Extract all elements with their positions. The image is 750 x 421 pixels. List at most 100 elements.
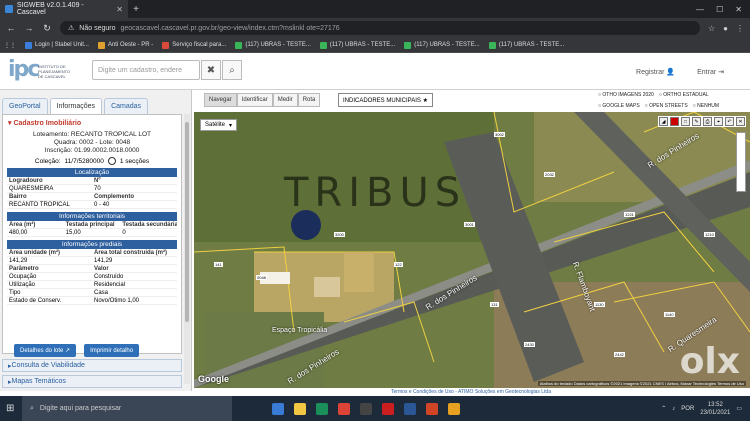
profile-icon[interactable]: ● bbox=[723, 24, 728, 33]
lot-label: 0048 bbox=[256, 275, 267, 280]
reload-icon[interactable]: ↻ bbox=[42, 23, 52, 34]
bookmark-icon bbox=[235, 41, 243, 49]
search-input[interactable]: Digite um cadastro, endere bbox=[92, 60, 200, 80]
lot-label: 141 bbox=[214, 262, 223, 267]
word-icon[interactable] bbox=[404, 402, 416, 415]
url-field[interactable]: ⚠ Não seguro geocascavel.cascavel.pr.gov… bbox=[60, 21, 700, 35]
indicators-button[interactable]: INDICADORES MUNICIPAIS ★ bbox=[338, 93, 433, 107]
layer-select[interactable]: Satélite ▾ bbox=[200, 119, 238, 131]
tab-medir[interactable]: Medir bbox=[272, 93, 298, 107]
basemap-radios: OTHO IMAGENS 2020 ORTHO ESTADUAL GOOGLE … bbox=[598, 92, 744, 109]
network-icon[interactable]: ⌃ bbox=[661, 405, 666, 412]
viability-accordion[interactable]: ▸ Consulta de Viabilidade bbox=[2, 359, 182, 372]
security-label: Não seguro bbox=[79, 24, 116, 32]
radio-nenhum[interactable]: NENHUM bbox=[693, 103, 719, 109]
close-window-icon[interactable]: ✕ bbox=[735, 5, 742, 14]
maximize-icon[interactable]: ☐ bbox=[716, 5, 723, 14]
tab-identificar[interactable]: Identificar bbox=[236, 93, 273, 107]
taskbar-search[interactable]: ⌕ Digite aqui para pesquisar bbox=[22, 396, 232, 421]
lot-label: 2032 bbox=[544, 172, 555, 177]
apps-icon[interactable]: ⋮⋮ bbox=[4, 42, 16, 49]
footer[interactable]: Termos e Condições de Uso - ATIMO Soluçõ… bbox=[192, 388, 750, 396]
search-button[interactable]: ⌕ bbox=[222, 60, 242, 80]
bookmark-item[interactable]: (117) UBRAS - TESTE... bbox=[319, 41, 395, 49]
browser-titlebar: SIGWEB v2.0.1.409 - Cascavel ✕ + — ☐ ✕ bbox=[0, 0, 750, 18]
edge-icon[interactable] bbox=[316, 402, 328, 415]
back-icon[interactable]: ← bbox=[6, 23, 16, 33]
task-view-icon[interactable] bbox=[272, 402, 284, 415]
prediais-block: Informações prediais Área unidade (m²) Ár… bbox=[7, 240, 177, 305]
bookmark-item[interactable]: (117) UBRAS - TESTE... bbox=[404, 41, 480, 49]
explorer-icon[interactable] bbox=[294, 402, 306, 415]
opera-icon[interactable] bbox=[382, 402, 394, 415]
bookmark-item[interactable]: Serviço fiscal para... bbox=[162, 41, 226, 49]
locate-icon[interactable] bbox=[107, 157, 116, 165]
map-toolbar: Navegar Identificar Medir Rota INDICADOR… bbox=[192, 90, 750, 112]
warning-icon: ⚠ bbox=[68, 25, 75, 32]
bookmarks-bar: ⋮⋮ Login | Stabel Unit... Anti Oeste - P… bbox=[0, 38, 750, 53]
section-title[interactable]: ▾ Cadastro Imobiliário bbox=[3, 115, 181, 131]
tab-title: SIGWEB v2.0.1.409 - Cascavel bbox=[16, 2, 84, 16]
print-details-button[interactable]: Imprimir detalho bbox=[84, 344, 140, 357]
volume-icon[interactable]: ♪ bbox=[672, 406, 675, 412]
lot-label: 131 bbox=[490, 302, 499, 307]
bookmark-icon bbox=[97, 41, 105, 49]
system-tray: ⌃ ♪ POR 13:52 23/01/2021 ▭ bbox=[661, 401, 750, 417]
notification-icon[interactable]: ▭ bbox=[736, 405, 742, 412]
map-canvas[interactable]: TRIBUS Satélite ▾ ◢ □ ✎ ⎙ ⌖ ↶ ✕ R. dos P… bbox=[194, 112, 750, 388]
powerpoint-icon[interactable] bbox=[426, 402, 438, 415]
print-icon[interactable]: ⎙ bbox=[703, 117, 712, 126]
chrome-icon[interactable] bbox=[338, 402, 350, 415]
clear-icon[interactable]: ✕ bbox=[736, 117, 745, 126]
app-icon[interactable] bbox=[360, 402, 372, 415]
tab-informacoes[interactable]: Informações bbox=[49, 98, 103, 114]
bookmark-item[interactable]: Login | Stabel Unit... bbox=[25, 41, 89, 49]
user-icon: 👤 bbox=[666, 69, 676, 76]
radio-open-streets[interactable]: OPEN STREETS bbox=[645, 103, 688, 109]
url-text: geocascavel.cascavel.pr.gov.br/geo-view/… bbox=[120, 24, 340, 32]
tab-rota[interactable]: Rota bbox=[297, 93, 321, 107]
star-icon[interactable]: ☆ bbox=[708, 24, 715, 33]
tab-camadas[interactable]: Camadas bbox=[104, 98, 149, 114]
language-indicator[interactable]: POR bbox=[681, 406, 694, 412]
thematic-maps-accordion[interactable]: ▸ Mapas Temáticos bbox=[2, 375, 182, 388]
pin-icon[interactable]: ⌖ bbox=[714, 117, 723, 126]
bookmark-item[interactable]: Anti Oeste - PR - bbox=[97, 41, 153, 49]
new-tab-button[interactable]: + bbox=[128, 4, 144, 15]
bookmark-item[interactable]: (117) UBRAS - TESTE... bbox=[488, 41, 564, 49]
pencil-icon[interactable]: ✎ bbox=[692, 117, 701, 126]
sidebar-scrollbar[interactable] bbox=[184, 114, 190, 384]
lot-details-button[interactable]: Detalhes do lote ↗ bbox=[14, 344, 77, 357]
bookmark-icon bbox=[488, 41, 496, 49]
undo-icon[interactable]: ↶ bbox=[725, 117, 734, 126]
inscricao: Inscrição: 01.99.0002.0018.0000 bbox=[44, 147, 140, 154]
browser-tab[interactable]: SIGWEB v2.0.1.409 - Cascavel ✕ bbox=[0, 0, 128, 18]
tab-geoportal[interactable]: GeoPortal bbox=[2, 98, 48, 114]
google-logo: Google bbox=[198, 374, 229, 384]
radio-ortho-estadual[interactable]: ORTHO ESTADUAL bbox=[659, 92, 708, 98]
windows-start-icon[interactable]: ⊞ bbox=[6, 403, 14, 414]
clock[interactable]: 13:52 23/01/2021 bbox=[700, 401, 730, 417]
quadra-lote: Quadra: 0002 - Lote: 0048 bbox=[53, 139, 131, 146]
tab-navegar[interactable]: Navegar bbox=[204, 93, 237, 107]
forward-icon[interactable]: → bbox=[24, 23, 34, 33]
measure-icon[interactable]: ◢ bbox=[659, 117, 668, 126]
clear-search-button[interactable]: ✖ bbox=[201, 60, 221, 80]
chevron-down-icon: ▾ bbox=[229, 122, 233, 129]
zoom-control[interactable] bbox=[736, 132, 746, 192]
square-icon[interactable]: □ bbox=[681, 117, 690, 126]
color-icon[interactable] bbox=[670, 117, 679, 126]
radio-google-maps[interactable]: GOOGLE MAPS bbox=[598, 103, 639, 109]
colecao-row: Coleção: 11/7/5280000 1 secções bbox=[34, 157, 150, 165]
login-link[interactable]: Entrar ⇥ bbox=[697, 68, 724, 76]
minimize-icon[interactable]: — bbox=[696, 5, 704, 14]
olx-watermark: olx bbox=[679, 341, 740, 382]
register-link[interactable]: Registrar 👤 bbox=[636, 68, 675, 76]
folder-icon[interactable] bbox=[448, 402, 460, 415]
menu-icon[interactable]: ⋮ bbox=[736, 24, 744, 33]
close-tab-icon[interactable]: ✕ bbox=[116, 5, 123, 14]
bookmark-icon bbox=[404, 41, 412, 49]
radio-ortho-2020[interactable]: OTHO IMAGENS 2020 bbox=[598, 92, 653, 98]
lot-label: 2442 bbox=[614, 352, 625, 357]
bookmark-item[interactable]: (117) UBRAS - TESTE... bbox=[235, 41, 311, 49]
